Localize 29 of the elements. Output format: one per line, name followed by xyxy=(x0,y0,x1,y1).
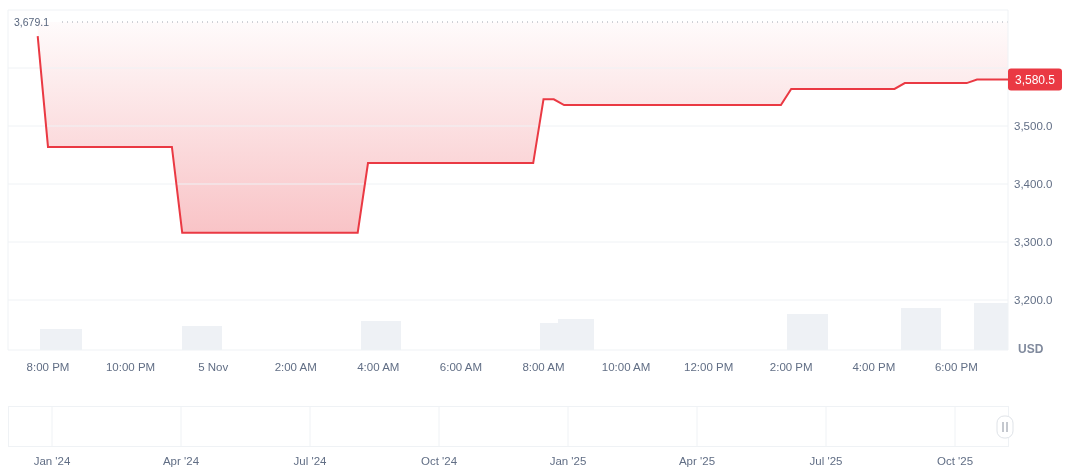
x-axis-label: 4:00 AM xyxy=(357,361,400,373)
timeline-label: Oct '25 xyxy=(936,455,974,467)
x-axis-label: 12:00 PM xyxy=(684,361,734,373)
timeline-label: Oct '24 xyxy=(420,455,458,467)
x-axis-label: 8:00 AM xyxy=(522,361,565,373)
timeline-label: Jan '24 xyxy=(33,455,71,467)
y-axis-label: 3,500.0 xyxy=(1014,120,1053,132)
range-navigator[interactable] xyxy=(8,406,1009,447)
x-axis-label: 10:00 AM xyxy=(601,361,651,373)
current-price-badge: 3,580.5 xyxy=(1008,68,1062,91)
x-axis-label: 2:00 PM xyxy=(769,361,813,373)
currency-label: USD xyxy=(1018,342,1044,356)
timeline-label: Jul '25 xyxy=(809,455,843,467)
x-axis-label: 2:00 AM xyxy=(274,361,317,373)
x-axis-label: 6:00 PM xyxy=(934,361,978,373)
timeline-label: Apr '25 xyxy=(678,455,716,467)
y-axis-label: 3,400.0 xyxy=(1014,178,1053,190)
range-handle[interactable] xyxy=(996,415,1014,439)
x-axis-label: 10:00 PM xyxy=(105,361,156,373)
timeline-label: Jan '25 xyxy=(549,455,587,467)
x-axis-label: 5 Nov xyxy=(198,361,229,373)
y-axis-label: 3,300.0 xyxy=(1014,236,1053,248)
timeline-label: Jul '24 xyxy=(293,455,327,467)
high-label: 3,679.1 xyxy=(14,16,50,28)
x-axis-label: 4:00 PM xyxy=(852,361,896,373)
y-axis-label: 3,200.0 xyxy=(1014,294,1053,306)
x-axis-label: 8:00 PM xyxy=(26,361,70,373)
x-axis-label: 6:00 AM xyxy=(439,361,482,373)
timeline-label: Apr '24 xyxy=(162,455,200,467)
